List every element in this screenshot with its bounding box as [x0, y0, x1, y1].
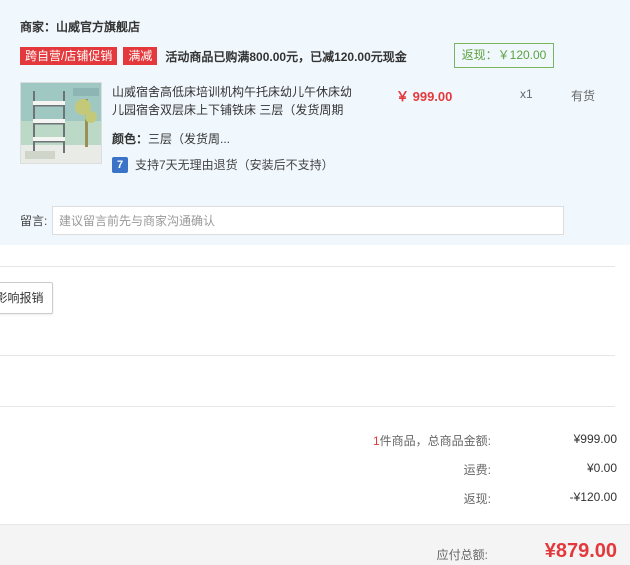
goods-total-value: ¥999.00 [573, 432, 617, 446]
item-count: 1 [372, 434, 380, 448]
rebate-label: 返现: [463, 492, 491, 506]
bunk-bed-image [21, 83, 101, 163]
shop-name[interactable]: 商家：山威官方旗舰店 [20, 18, 140, 35]
product-image[interactable] [20, 82, 102, 164]
product-quantity: x1 [520, 87, 533, 101]
total-payable-label: 应付总额: [436, 548, 488, 562]
item-count-suffix: 件商品，总商品金额: [379, 434, 491, 448]
total-payable-value: ¥879.00 [544, 540, 617, 562]
divider [0, 266, 615, 267]
product-title-link[interactable]: 山威宿舍高低床培训机构午托床幼儿午休床幼儿园宿舍双层床上下铺铁床 三层（发货周期 [112, 83, 362, 119]
promo-row: 跨自营/店铺促销 满减 活动商品已购满800.00元，已减120.00元现金 [20, 47, 407, 65]
return-policy-text: 支持7天无理由退货（安装后不支持） [135, 158, 334, 172]
memo-label: 留言: [20, 214, 48, 228]
cross-store-promo-tag: 跨自营/店铺促销 [20, 47, 118, 65]
product-price: ￥ 999.00 [396, 89, 453, 104]
stock-status: 有货 [571, 89, 596, 103]
shipping-value: ¥0.00 [586, 461, 617, 475]
shop-order-panel: 商家：山威官方旗舰店 跨自营/店铺促销 满减 活动商品已购满800.00元，已减… [0, 0, 630, 245]
color-value: 三层（发货周... [148, 132, 231, 146]
color-label: 颜色： [112, 132, 149, 146]
rebate-badge: 返现：￥120.00 [454, 43, 554, 68]
total-bar [0, 524, 630, 565]
rebate-value: -¥120.00 [569, 490, 617, 504]
promo-description: 活动商品已购满800.00元，已减120.00元现金 [165, 49, 407, 64]
seven-day-return-icon: 7 [112, 156, 128, 173]
product-color: 颜色：三层（发货周... [112, 130, 230, 147]
memo-input[interactable] [52, 206, 564, 235]
return-policy: 7 支持7天无理由退货（安装后不支持） [112, 156, 334, 173]
reimburse-button[interactable]: 影响报销 [0, 282, 53, 314]
goods-total-label: 1件商品，总商品金额: [370, 432, 491, 449]
divider [0, 406, 615, 407]
divider [0, 355, 615, 356]
shipping-label: 运费: [463, 463, 491, 477]
full-reduction-tag: 满减 [123, 47, 158, 65]
